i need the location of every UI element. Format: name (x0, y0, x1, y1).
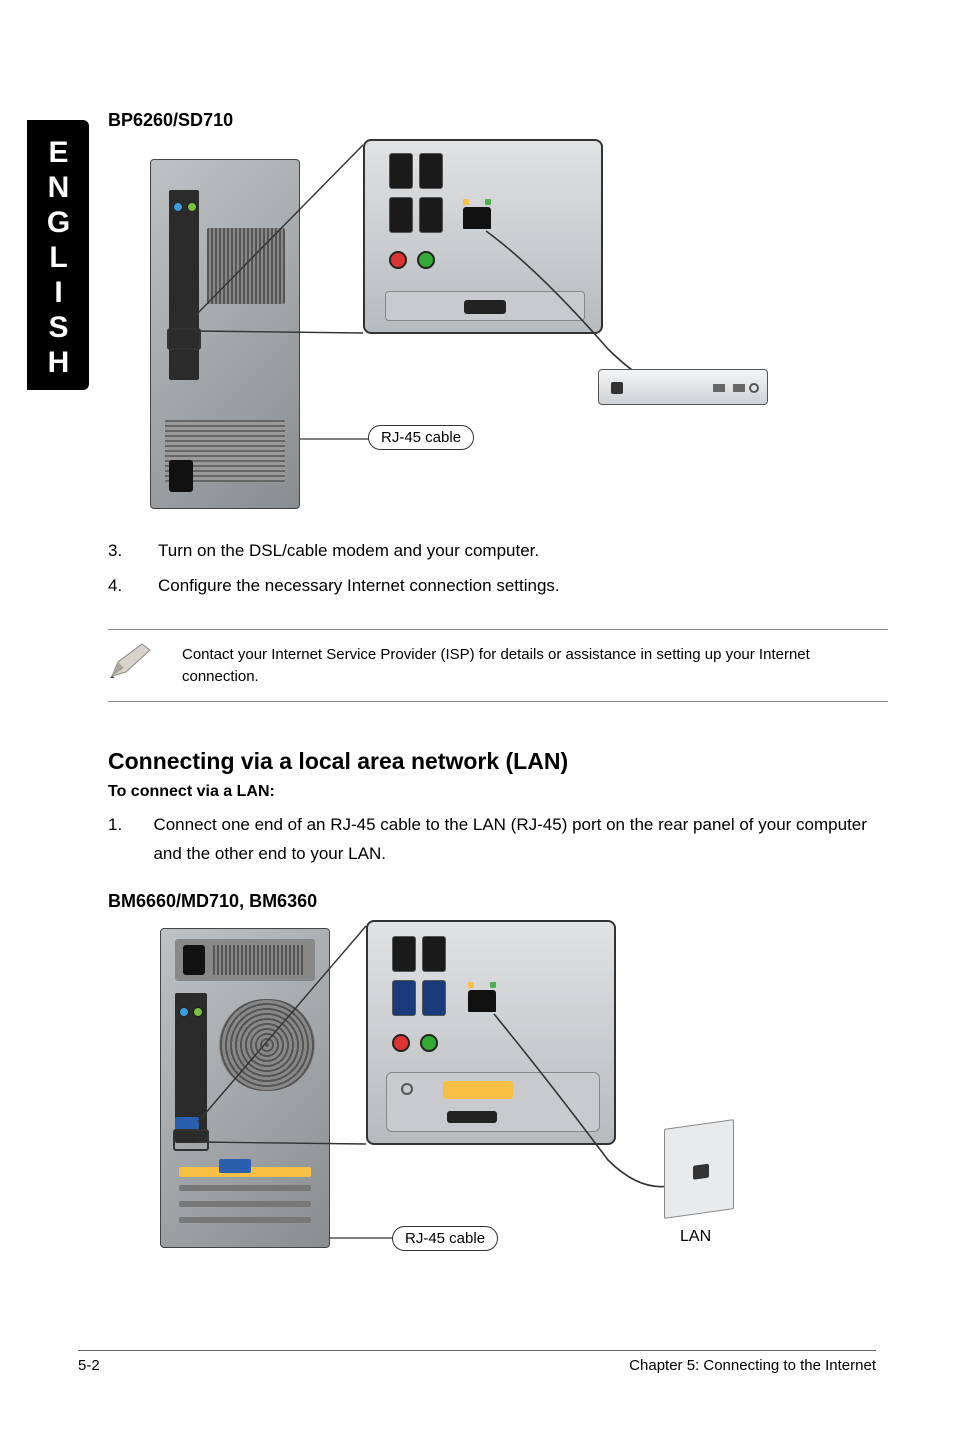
page-number: 5-2 (78, 1357, 100, 1374)
page-content: BP6260/SD710 (108, 110, 888, 1260)
step-text: Connect one end of an RJ-45 cable to the… (153, 811, 888, 869)
step-item: 3. Turn on the DSL/cable modem and your … (108, 537, 888, 566)
language-tab: ENGLISH (27, 120, 89, 390)
zoom-lines (108, 920, 888, 1260)
rj45-cable-callout: RJ-45 cable (368, 425, 474, 450)
pencil-icon (108, 630, 164, 702)
step-list-1: 3. Turn on the DSL/cable modem and your … (108, 537, 888, 601)
diagram-2: LAN RJ-45 cable (108, 920, 888, 1260)
modem-icon (713, 384, 725, 392)
note-text: Contact your Internet Service Provider (… (182, 630, 888, 702)
step-item: 4. Configure the necessary Internet conn… (108, 572, 888, 601)
lan-wall-plate (664, 1119, 734, 1219)
step-text: Configure the necessary Internet connect… (158, 572, 560, 601)
lan-label: LAN (680, 1228, 711, 1246)
chapter-title: Chapter 5: Connecting to the Internet (629, 1357, 876, 1374)
note-block: Contact your Internet Service Provider (… (108, 629, 888, 703)
lan-subheading: To connect via a LAN: (108, 783, 888, 801)
model-heading-2: BM6660/MD710, BM6360 (108, 891, 888, 912)
lan-jack (693, 1164, 709, 1180)
step-number: 1. (108, 811, 123, 869)
step-number: 3. (108, 537, 128, 566)
modem-power-icon (749, 383, 759, 393)
step-list-2: 1. Connect one end of an RJ-45 cable to … (108, 811, 888, 869)
lan-heading: Connecting via a local area network (LAN… (108, 748, 888, 775)
zoom-lines (108, 139, 888, 519)
step-item: 1. Connect one end of an RJ-45 cable to … (108, 811, 888, 869)
diagram-1: RJ-45 cable (108, 139, 888, 519)
modem-port (611, 382, 623, 394)
step-number: 4. (108, 572, 128, 601)
modem-device (598, 369, 768, 405)
page-footer: 5-2 Chapter 5: Connecting to the Interne… (78, 1350, 876, 1374)
rj45-cable-callout: RJ-45 cable (392, 1226, 498, 1251)
modem-icon (733, 384, 745, 392)
model-heading-1: BP6260/SD710 (108, 110, 888, 131)
step-text: Turn on the DSL/cable modem and your com… (158, 537, 539, 566)
